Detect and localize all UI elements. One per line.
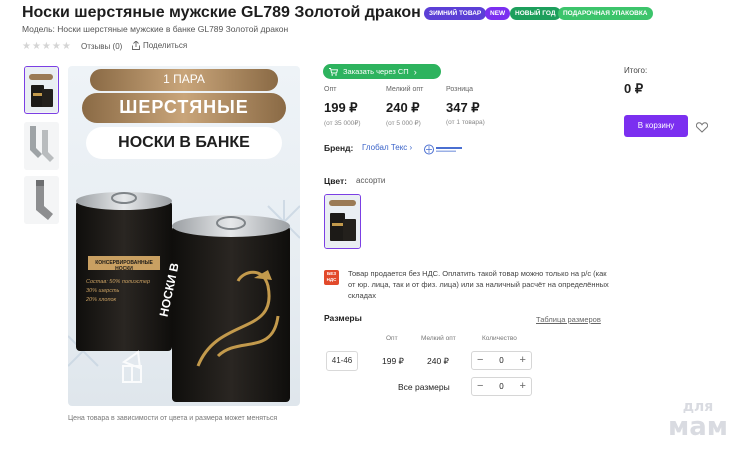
total-label: Итого: xyxy=(624,66,648,75)
row-price-small-opt: 240 ₽ xyxy=(427,356,449,366)
can1-line-2: 30% шерсть xyxy=(86,288,120,294)
thumbnail-2-image xyxy=(24,122,59,170)
banner-top-text: 1 ПАРА xyxy=(163,72,205,86)
quantity-value: 0 xyxy=(499,356,504,365)
col-header-opt: Опт xyxy=(386,335,398,342)
order-via-sp-button[interactable]: Заказать через СП › xyxy=(323,64,441,79)
badge-winter: ЗИМНИЙ ТОВАР xyxy=(424,7,487,20)
chevron-right-icon: › xyxy=(413,66,417,77)
color-value: ассорти xyxy=(356,176,386,185)
price-value-small-opt: 240 ₽ xyxy=(386,100,420,115)
banner-mid-text: ШЕРСТЯНЫЕ xyxy=(119,97,249,117)
cart-icon xyxy=(329,67,338,76)
favorite-button[interactable] xyxy=(695,120,709,138)
plus-button[interactable]: + xyxy=(520,355,526,366)
add-to-cart-button[interactable]: В корзину xyxy=(624,115,688,137)
all-sizes-stepper[interactable]: − 0 + xyxy=(471,377,532,396)
thumbnail-3-image xyxy=(24,176,59,224)
reviews-link[interactable]: Отзывы (0) xyxy=(81,42,122,51)
sizes-title: Размеры xyxy=(324,313,362,323)
banner-bottom-text: НОСКИ В БАНКЕ xyxy=(118,134,250,151)
can1-title: КОНСЕРВИРОВАННЫЕ НОСКИ xyxy=(95,260,153,272)
chevron-right-icon: › xyxy=(409,143,413,152)
watermark-logo: для мам xyxy=(668,400,728,440)
color-label: Цвет: xyxy=(324,176,347,186)
thumbnail-2[interactable] xyxy=(24,122,59,170)
vat-notice: Товар продается без НДС. Оплатить такой … xyxy=(348,269,609,300)
price-label-small-opt: Мелкий опт xyxy=(386,86,424,93)
price-label-opt: Опт xyxy=(324,86,337,93)
can1-composition: Состав: 50% полиэстер 30% шерсть 20% хло… xyxy=(86,278,166,305)
share-label: Поделиться xyxy=(143,41,188,50)
product-title: Носки шерстяные мужские GL789 Золотой др… xyxy=(22,4,421,21)
price-min-small-opt: (от 5 000 ₽) xyxy=(386,120,421,127)
no-vat-icon: БЕЗ НДС xyxy=(324,270,339,285)
brand-label: Бренд: xyxy=(324,143,354,153)
price-note: Цена товара в зависимости от цвета и раз… xyxy=(68,415,278,422)
total-value: 0 ₽ xyxy=(624,81,644,96)
order-via-sp-label: Заказать через СП xyxy=(343,67,409,76)
col-header-qty: Количество xyxy=(482,335,517,342)
thumbnail-1[interactable] xyxy=(24,66,59,114)
col-header-small-opt: Мелкий опт xyxy=(421,335,456,342)
plus-button[interactable]: + xyxy=(520,381,526,392)
all-sizes-label: Все размеры xyxy=(398,382,450,392)
minus-button[interactable]: − xyxy=(477,381,483,392)
quantity-stepper[interactable]: − 0 + xyxy=(471,351,532,370)
color-swatch-assorted[interactable] xyxy=(324,194,361,249)
watermark-line-2: мам xyxy=(668,412,729,442)
can1-line-3: 20% хлопок xyxy=(86,297,117,303)
badge-new-year: НОВЫЙ ГОД xyxy=(510,7,561,20)
price-value-opt: 199 ₽ xyxy=(324,100,358,115)
price-min-opt: (от 35 000₽) xyxy=(324,120,361,127)
minus-button[interactable]: − xyxy=(477,355,483,366)
share-icon xyxy=(132,41,140,50)
product-model: Модель: Носки шерстяные мужские в банке … xyxy=(22,24,289,34)
thumbnail-1-image xyxy=(25,67,57,112)
size-chip[interactable]: 41-46 xyxy=(326,351,358,371)
price-min-retail: (от 1 товара) xyxy=(446,119,485,126)
brand-name: Глобал Текс xyxy=(362,143,408,152)
all-sizes-quantity: 0 xyxy=(499,382,504,391)
can1-line-1: Состав: 50% полиэстер xyxy=(86,279,151,285)
brand-logo xyxy=(424,142,464,160)
thumbnail-3[interactable] xyxy=(24,176,59,224)
rating-stars: ★★★★★ xyxy=(22,41,72,52)
price-label-retail: Розница xyxy=(446,86,474,93)
price-value-retail: 347 ₽ xyxy=(446,100,480,115)
row-price-opt: 199 ₽ xyxy=(382,356,404,366)
heart-icon xyxy=(695,122,709,133)
color-swatch-image xyxy=(325,195,360,248)
badge-new: NEW xyxy=(485,7,511,20)
size-table-link[interactable]: Таблица размеров xyxy=(536,315,601,324)
badge-gift-pack: ПОДАРОЧНАЯ УПАКОВКА xyxy=(558,7,653,20)
main-product-image[interactable]: 1 ПАРА ШЕРСТЯНЫЕ НОСКИ В БАНКЕ КОНСЕРВИР… xyxy=(68,66,300,406)
share-button[interactable]: Поделиться xyxy=(132,41,187,50)
brand-link[interactable]: Глобал Текс › xyxy=(362,143,412,152)
